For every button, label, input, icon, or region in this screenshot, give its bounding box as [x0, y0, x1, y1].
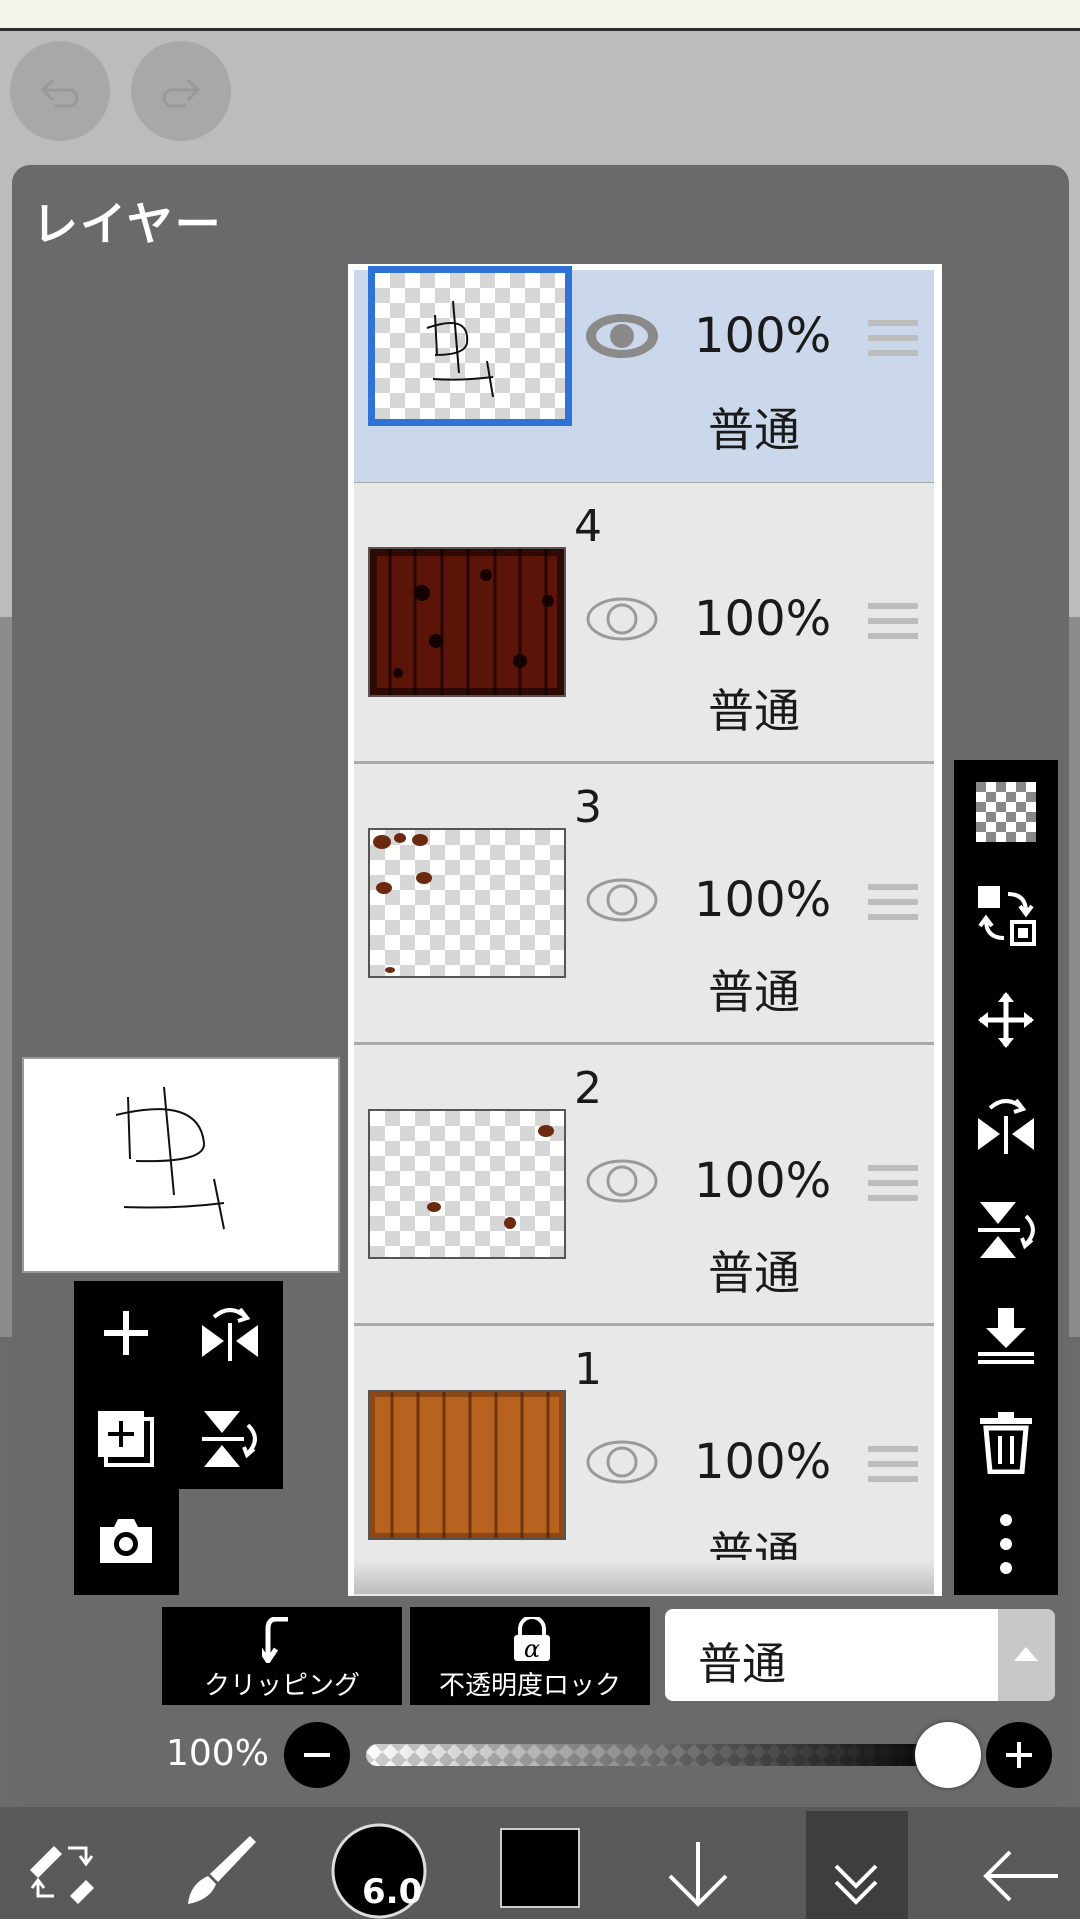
chevron-up-icon	[1014, 1647, 1038, 1661]
lock-icon: α	[514, 1617, 550, 1663]
redo-button[interactable]	[131, 41, 231, 141]
layer-list[interactable]: 100% 普通 4 100% 普通 3 100% 普通 2 100% 普通 1 …	[348, 264, 942, 1596]
layer-row[interactable]: 1 100% 普通	[354, 1326, 934, 1596]
trash-icon[interactable]	[976, 1410, 1036, 1475]
layer-thumbnail	[368, 266, 572, 426]
canvas-preview[interactable]	[22, 1057, 340, 1273]
layer-blend-mode: 普通	[708, 1246, 800, 1300]
drag-handle-icon[interactable]	[868, 320, 918, 365]
add-layer-icon[interactable]	[96, 1303, 156, 1363]
tool-swap-icon[interactable]	[24, 1834, 100, 1910]
drag-handle-icon[interactable]	[868, 1165, 918, 1210]
layer-opacity: 100%	[694, 1434, 832, 1490]
layer-name: 3	[574, 782, 602, 833]
opacity-increase-button[interactable]	[986, 1722, 1052, 1788]
back-arrow-icon[interactable]	[980, 1846, 1060, 1906]
drag-handle-icon[interactable]	[868, 603, 918, 648]
blend-mode-value: 普通	[698, 1639, 786, 1690]
layer-blend-mode: 普通	[708, 684, 800, 738]
layer-opacity: 100%	[694, 1153, 832, 1209]
arrow-down-icon[interactable]	[662, 1838, 734, 1910]
clipping-icon	[262, 1617, 288, 1663]
add-copy-icon[interactable]	[96, 1409, 156, 1469]
clipping-button[interactable]: クリッピング	[162, 1607, 402, 1705]
layer-opacity: 100%	[694, 308, 832, 364]
opacity-decrease-button[interactable]	[284, 1722, 350, 1788]
visibility-eye-icon[interactable]	[584, 595, 660, 643]
list-scroll-fade	[354, 1560, 934, 1594]
drag-handle-icon[interactable]	[868, 884, 918, 929]
brush-size-value: 6.0	[362, 1872, 423, 1912]
layer-name: 1	[574, 1344, 602, 1395]
merge-down-icon[interactable]	[976, 1306, 1036, 1366]
minus-icon	[304, 1753, 330, 1757]
alpha-lock-label: 不透明度ロック	[438, 1671, 621, 1701]
brush-icon[interactable]	[180, 1830, 260, 1910]
layer-quick-toolbar	[74, 1281, 283, 1489]
camera-icon[interactable]	[96, 1511, 156, 1571]
layer-row[interactable]: 3 100% 普通	[354, 764, 934, 1045]
layer-quick-toolbar-lower	[74, 1489, 179, 1595]
plus-icon	[1006, 1742, 1032, 1768]
visibility-eye-icon[interactable]	[584, 876, 660, 924]
panel-title: レイヤー	[32, 197, 223, 251]
collapse-chevron-icon[interactable]	[826, 1848, 886, 1908]
layer-name: 2	[574, 1063, 602, 1114]
blend-mode-dropdown-button[interactable]	[998, 1609, 1055, 1701]
layer-opacity: 100%	[694, 591, 832, 647]
color-swatch[interactable]	[500, 1828, 580, 1908]
move-icon[interactable]	[976, 990, 1036, 1050]
layer-row[interactable]: 4 100% 普通	[354, 483, 934, 764]
flip-vertical-icon[interactable]	[976, 1200, 1036, 1260]
more-vertical-icon[interactable]	[976, 1512, 1036, 1574]
clipping-label: クリッピング	[203, 1671, 360, 1701]
layer-blend-mode: 普通	[708, 403, 800, 457]
layer-blend-mode: 普通	[708, 965, 800, 1019]
layer-thumbnail	[368, 1109, 566, 1259]
swap-icon[interactable]	[976, 884, 1036, 946]
undo-button[interactable]	[10, 41, 110, 141]
layer-row[interactable]: 100% 普通	[354, 266, 934, 485]
svg-text:α: α	[524, 1635, 540, 1663]
flip-horizontal-icon[interactable]	[976, 1094, 1036, 1154]
drag-handle-icon[interactable]	[868, 1446, 918, 1491]
layer-row[interactable]: 2 100% 普通	[354, 1045, 934, 1326]
visibility-eye-icon[interactable]	[584, 1438, 660, 1486]
visibility-eye-icon[interactable]	[584, 312, 660, 360]
flip-h-icon[interactable]	[200, 1303, 260, 1363]
layer-tool-sidebar	[954, 760, 1058, 1595]
layer-opacity: 100%	[694, 872, 832, 928]
transparency-icon[interactable]	[976, 782, 1036, 842]
layer-thumbnail	[368, 1390, 566, 1540]
opacity-label: 100%	[166, 1733, 269, 1774]
undo-icon	[40, 78, 79, 108]
redo-icon	[162, 78, 201, 108]
opacity-slider-knob[interactable]	[915, 1722, 981, 1788]
opacity-slider-track[interactable]	[366, 1744, 948, 1766]
layer-thumbnail	[368, 828, 566, 978]
layer-thumbnail	[368, 547, 566, 697]
flip-v-icon[interactable]	[200, 1409, 260, 1469]
alpha-lock-button[interactable]: α 不透明度ロック	[410, 1607, 650, 1705]
layer-name: 4	[574, 501, 602, 552]
visibility-eye-icon[interactable]	[584, 1157, 660, 1205]
status-strip	[0, 0, 1080, 31]
